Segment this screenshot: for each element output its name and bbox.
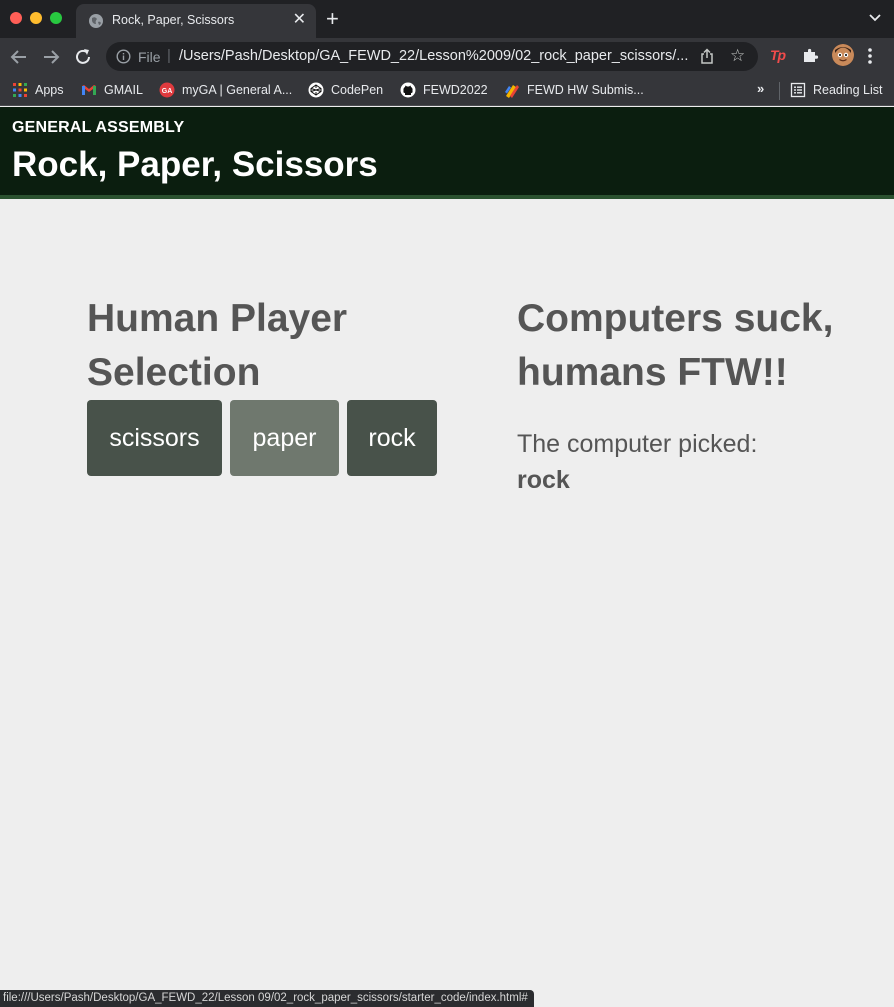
bookmarks-overflow-icon[interactable]: » [757,81,764,96]
computer-section: Computers suck, humans FTW!! The compute… [517,292,847,498]
brand-name: GENERAL ASSEMBLY [12,119,185,136]
avatar[interactable] [832,44,854,66]
status-bar-url: file:///Users/Pash/Desktop/GA_FEWD_22/Le… [0,990,534,1007]
codepen-icon [308,82,324,98]
chevron-down-icon[interactable] [868,10,882,24]
bookmark-myga[interactable]: GA myGA | General A... [159,80,292,100]
paper-button[interactable]: paper [230,400,339,476]
close-tab-icon[interactable]: ✕ [293,10,306,30]
url-text[interactable]: /Users/Pash/Desktop/GA_FEWD_22/Lesson%20… [179,48,699,64]
puzzle-icon[interactable] [802,47,819,64]
forward-arrow-icon[interactable] [40,46,62,68]
info-icon[interactable] [116,49,131,64]
new-tab-button[interactable]: + [326,8,339,30]
bookmarks-divider [779,82,780,100]
ga-icon: GA [159,82,175,98]
close-window-button[interactable] [10,12,22,24]
gmail-icon [82,85,96,95]
kebab-menu-icon[interactable] [868,48,872,64]
url-scheme: File [138,49,161,65]
back-arrow-icon[interactable] [8,46,30,68]
submission-icon [505,85,519,98]
reading-list-icon [790,82,806,98]
github-icon [400,82,416,98]
bookmark-codepen[interactable]: CodePen [308,80,383,100]
human-player-section: Human Player Selection scissors paper ro… [87,292,467,476]
computer-pick-label: The computer picked: [517,430,758,458]
bookmark-label: CodePen [331,83,384,97]
globe-icon [89,14,103,28]
scissors-button[interactable]: scissors [87,400,222,476]
computer-pick: The computer picked: rock [517,426,847,498]
reading-list-label: Reading List [813,83,883,97]
bookmark-label: myGA | General A... [182,83,293,97]
bookmark-apps[interactable]: Apps [12,80,64,100]
maximize-window-button[interactable] [50,12,62,24]
tab-strip: Rock, Paper, Scissors ✕ + [0,0,894,38]
apps-grid-icon [13,83,27,97]
reload-icon[interactable] [72,46,94,68]
bookmark-label: FEWD2022 [423,83,488,97]
svg-text:GA: GA [162,88,173,95]
reading-list-button[interactable]: Reading List [790,80,883,100]
site-header: GENERAL ASSEMBLY Rock, Paper, Scissors [0,107,894,199]
bookmark-label: Apps [35,83,64,97]
choice-buttons: scissors paper rock [87,400,467,476]
minimize-window-button[interactable] [30,12,42,24]
tab-title: Rock, Paper, Scissors [112,13,235,27]
rock-button[interactable]: rock [347,400,437,476]
bookmarks-bar: Apps GMAIL GA myGA | General A... CodePe… [0,75,894,106]
bookmark-fewd-hw[interactable]: FEWD HW Submis... [504,80,644,100]
bookmark-label: GMAIL [104,83,143,97]
bookmark-label: FEWD HW Submis... [527,83,644,97]
computer-pick-value: rock [517,466,570,494]
url-separator: | [167,47,171,64]
browser-tab[interactable]: Rock, Paper, Scissors ✕ [76,4,316,38]
bookmark-gmail[interactable]: GMAIL [81,80,143,100]
address-bar[interactable]: File | /Users/Pash/Desktop/GA_FEWD_22/Le… [106,42,758,71]
browser-toolbar: File | /Users/Pash/Desktop/GA_FEWD_22/Le… [0,38,894,75]
star-icon[interactable]: ☆ [730,46,745,66]
tp-extension-icon[interactable]: Tp [770,47,786,63]
human-player-heading: Human Player Selection [87,297,348,394]
bookmark-fewd2022[interactable]: FEWD2022 [400,80,488,100]
page-title: Rock, Paper, Scissors [12,145,378,184]
result-message: Computers suck, humans FTW!! [517,297,834,394]
share-icon[interactable] [700,48,714,65]
